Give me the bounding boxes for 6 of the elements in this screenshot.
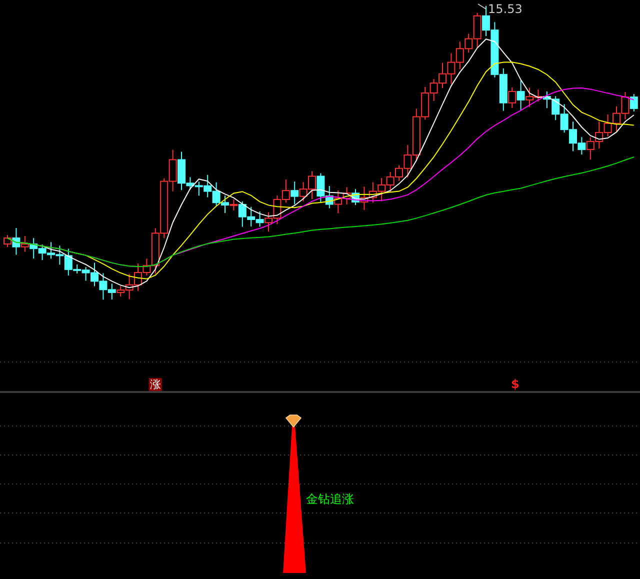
leader-line [478, 4, 486, 10]
indicator-label: 金钻追涨 [306, 493, 354, 505]
high-price-label: 15.53 [488, 3, 522, 15]
diamond-icon [285, 414, 302, 428]
sell-signal: $ [511, 378, 520, 390]
rise-signal: 涨 [149, 378, 162, 391]
